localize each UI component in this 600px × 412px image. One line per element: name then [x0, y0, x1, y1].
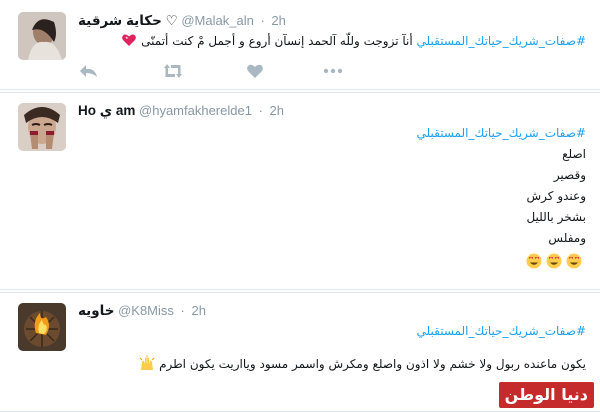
tweet-line: وقصير	[553, 168, 586, 182]
more-icon[interactable]	[322, 62, 344, 80]
tweet-text: #صفات_شريك_حياتك_المستقبلي أنآ تزوجت ولل…	[78, 31, 586, 52]
like-icon[interactable]	[244, 62, 266, 80]
emoji-row	[78, 252, 586, 273]
user-handle[interactable]: @Malak_aln	[181, 13, 253, 28]
tweet-2[interactable]: Ho ي am @hyamfakherelde1 · 2h #صفات_شريك…	[0, 92, 600, 370]
display-name[interactable]: خاويه	[78, 303, 114, 318]
watermark-logo: دنيا الوطن	[498, 382, 594, 408]
hashtag-link[interactable]: #صفات_شريك_حياتك_المستقبلي	[78, 321, 586, 342]
display-name[interactable]: Ho ي am	[78, 103, 135, 118]
heart-eyes-emoji	[566, 253, 582, 269]
tweet-body-text: أنآ تزوجت وللّه آلحمد إنسآن أروع و أجمل …	[141, 34, 413, 48]
display-name[interactable]: حكاية شرقية ♡	[78, 13, 178, 28]
tweet-header: خاويه @K8Miss · 2h	[78, 303, 206, 319]
tweet-line: بشخر بالليل	[526, 210, 586, 224]
retweet-icon[interactable]	[162, 62, 184, 80]
user-handle[interactable]: @K8Miss	[118, 303, 174, 318]
separator-dot: ·	[258, 103, 263, 118]
reply-icon[interactable]	[78, 62, 100, 80]
avatar-image	[18, 12, 66, 60]
heart-eyes-emoji	[526, 253, 542, 269]
separator-dot: ·	[260, 13, 265, 28]
tweet-line: اصلع	[562, 147, 586, 161]
hashtag-link[interactable]: #صفات_شريك_حياتك_المستقبلي	[417, 34, 586, 48]
separator-dot: ·	[180, 303, 185, 318]
tweet-text: #صفات_شريك_حياتك_المستقبلي اصلع وقصير وع…	[78, 123, 586, 273]
tweet-line: يكون ماعنده ربول ولا خشم ولا اذون واصلع …	[78, 354, 586, 375]
avatar[interactable]	[18, 103, 66, 151]
tweet-header: حكاية شرقية ♡ @Malak_aln · 2h	[78, 13, 286, 29]
avatar[interactable]	[18, 12, 66, 60]
avatar-image	[18, 103, 66, 151]
avatar-image	[18, 303, 66, 351]
heart-eyes-emoji	[546, 253, 562, 269]
user-handle[interactable]: @hyamfakherelde1	[139, 103, 252, 118]
hashtag-link[interactable]: #صفات_شريك_حياتك_المستقبلي	[78, 123, 586, 144]
timestamp[interactable]: 2h	[270, 103, 284, 118]
tweet-header: Ho ي am @hyamfakherelde1 · 2h	[78, 103, 284, 119]
tweet-body-text: يكون ماعنده ربول ولا خشم ولا اذون واصلع …	[159, 357, 586, 371]
timestamp[interactable]: 2h	[192, 303, 206, 318]
tweet-line: ومفلس	[548, 231, 586, 245]
tweet-1[interactable]: حكاية شرقية ♡ @Malak_aln · 2h #صفات_شريك…	[0, 0, 600, 90]
tweet-text: #صفات_شريك_حياتك_المستقبلي يكون ماعنده ر…	[78, 321, 586, 375]
tweet-line: وعندو كرش	[526, 189, 586, 203]
raised-hands-emoji	[139, 355, 155, 370]
avatar[interactable]	[18, 303, 66, 351]
heart-emoji	[122, 34, 137, 46]
timestamp[interactable]: 2h	[271, 13, 285, 28]
